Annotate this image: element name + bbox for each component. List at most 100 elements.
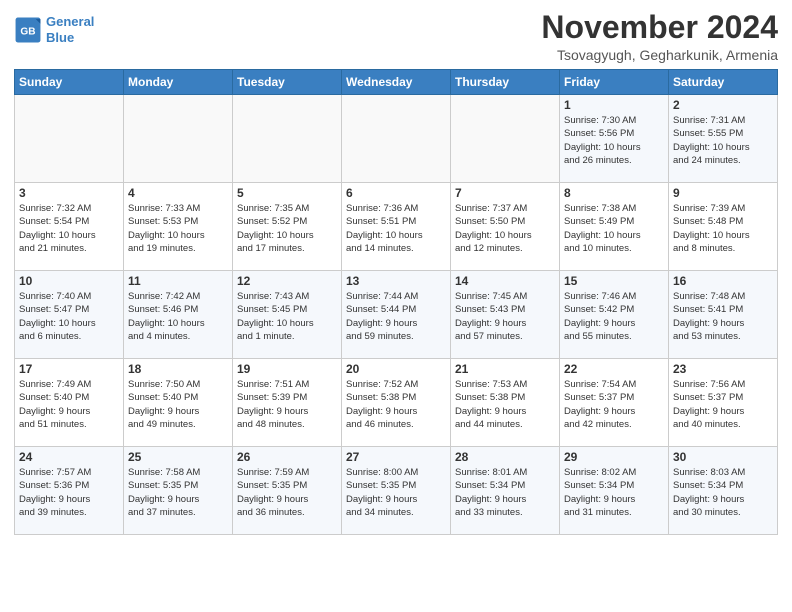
day-cell-1-5: 8Sunrise: 7:38 AM Sunset: 5:49 PM Daylig…: [560, 183, 669, 271]
header-saturday: Saturday: [669, 70, 778, 95]
header: GB General Blue November 2024 Tsovagyugh…: [14, 10, 778, 63]
header-thursday: Thursday: [451, 70, 560, 95]
location: Tsovagyugh, Gegharkunik, Armenia: [541, 47, 778, 63]
logo-line2: Blue: [46, 30, 74, 45]
week-row-2: 10 Sunrise: 7:40 AM Sunset: 5:47 PM Dayli…: [15, 271, 778, 359]
day-cell-1-2: 5 Sunrise: 7:35 AM Sunset: 5:52 PM Daylig…: [233, 183, 342, 271]
day-cell-4-0: 24Sunrise: 7:57 AM Sunset: 5:36 PM Dayli…: [15, 447, 124, 535]
day-cell-1-1: 4 Sunrise: 7:33 AM Sunset: 5:53 PM Daylig…: [124, 183, 233, 271]
day-number: 2: [673, 98, 773, 112]
day-number: 7: [455, 186, 555, 200]
day-info: Sunrise: 7:59 AM Sunset: 5:35 PM Dayligh…: [237, 466, 337, 519]
day-cell-2-5: 15 Sunrise: 7:46 AM Sunset: 5:42 PM Dayli…: [560, 271, 669, 359]
day-number: 24: [19, 450, 119, 464]
day-cell-4-5: 29Sunrise: 8:02 AM Sunset: 5:34 PM Dayli…: [560, 447, 669, 535]
day-cell-2-6: 16 Sunrise: 7:48 AM Sunset: 5:41 PM Dayli…: [669, 271, 778, 359]
day-cell-4-3: 27 Sunrise: 8:00 AM Sunset: 5:35 PM Dayli…: [342, 447, 451, 535]
day-info: Sunrise: 8:03 AM Sunset: 5:34 PM Dayligh…: [673, 466, 773, 519]
title-area: November 2024 Tsovagyugh, Gegharkunik, A…: [541, 10, 778, 63]
day-number: 26: [237, 450, 337, 464]
day-number: 23: [673, 362, 773, 376]
day-info: Sunrise: 7:35 AM Sunset: 5:52 PM Dayligh…: [237, 202, 337, 255]
day-number: 5: [237, 186, 337, 200]
day-info: Sunrise: 7:31 AM Sunset: 5:55 PM Dayligh…: [673, 114, 773, 167]
day-number: 6: [346, 186, 446, 200]
logo-line1: General: [46, 14, 94, 29]
day-cell-3-0: 17 Sunrise: 7:49 AM Sunset: 5:40 PM Dayli…: [15, 359, 124, 447]
day-number: 9: [673, 186, 773, 200]
header-wednesday: Wednesday: [342, 70, 451, 95]
day-cell-0-6: 2 Sunrise: 7:31 AM Sunset: 5:55 PM Daylig…: [669, 95, 778, 183]
logo: GB General Blue: [14, 14, 94, 45]
day-info: Sunrise: 7:48 AM Sunset: 5:41 PM Dayligh…: [673, 290, 773, 343]
day-info: Sunrise: 7:37 AM Sunset: 5:50 PM Dayligh…: [455, 202, 555, 255]
day-info: Sunrise: 7:42 AM Sunset: 5:46 PM Dayligh…: [128, 290, 228, 343]
day-number: 21: [455, 362, 555, 376]
day-info: Sunrise: 7:46 AM Sunset: 5:42 PM Dayligh…: [564, 290, 664, 343]
calendar-table: Sunday Monday Tuesday Wednesday Thursday…: [14, 69, 778, 535]
day-info: Sunrise: 7:54 AM Sunset: 5:37 PM Dayligh…: [564, 378, 664, 431]
day-cell-2-4: 14 Sunrise: 7:45 AM Sunset: 5:43 PM Dayli…: [451, 271, 560, 359]
day-cell-3-2: 19 Sunrise: 7:51 AM Sunset: 5:39 PM Dayli…: [233, 359, 342, 447]
day-cell-0-2: [233, 95, 342, 183]
day-number: 3: [19, 186, 119, 200]
day-number: 1: [564, 98, 664, 112]
day-info: Sunrise: 7:56 AM Sunset: 5:37 PM Dayligh…: [673, 378, 773, 431]
day-cell-2-1: 11 Sunrise: 7:42 AM Sunset: 5:46 PM Dayli…: [124, 271, 233, 359]
day-info: Sunrise: 7:32 AM Sunset: 5:54 PM Dayligh…: [19, 202, 119, 255]
day-cell-0-3: [342, 95, 451, 183]
day-number: 30: [673, 450, 773, 464]
day-info: Sunrise: 7:53 AM Sunset: 5:38 PM Dayligh…: [455, 378, 555, 431]
header-tuesday: Tuesday: [233, 70, 342, 95]
day-cell-4-2: 26 Sunrise: 7:59 AM Sunset: 5:35 PM Dayli…: [233, 447, 342, 535]
day-info: Sunrise: 7:49 AM Sunset: 5:40 PM Dayligh…: [19, 378, 119, 431]
day-number: 12: [237, 274, 337, 288]
day-cell-3-6: 23 Sunrise: 7:56 AM Sunset: 5:37 PM Dayli…: [669, 359, 778, 447]
day-info: Sunrise: 8:01 AM Sunset: 5:34 PM Dayligh…: [455, 466, 555, 519]
day-number: 4: [128, 186, 228, 200]
header-sunday: Sunday: [15, 70, 124, 95]
day-number: 22: [564, 362, 664, 376]
header-monday: Monday: [124, 70, 233, 95]
day-number: 17: [19, 362, 119, 376]
day-number: 19: [237, 362, 337, 376]
week-row-0: 1Sunrise: 7:30 AM Sunset: 5:56 PM Daylig…: [15, 95, 778, 183]
day-number: 14: [455, 274, 555, 288]
logo-text: General Blue: [46, 14, 94, 45]
day-number: 20: [346, 362, 446, 376]
day-number: 11: [128, 274, 228, 288]
day-info: Sunrise: 7:51 AM Sunset: 5:39 PM Dayligh…: [237, 378, 337, 431]
day-number: 10: [19, 274, 119, 288]
day-cell-2-3: 13Sunrise: 7:44 AM Sunset: 5:44 PM Dayli…: [342, 271, 451, 359]
day-cell-3-5: 22 Sunrise: 7:54 AM Sunset: 5:37 PM Dayli…: [560, 359, 669, 447]
day-info: Sunrise: 7:36 AM Sunset: 5:51 PM Dayligh…: [346, 202, 446, 255]
week-row-4: 24Sunrise: 7:57 AM Sunset: 5:36 PM Dayli…: [15, 447, 778, 535]
day-cell-2-0: 10 Sunrise: 7:40 AM Sunset: 5:47 PM Dayli…: [15, 271, 124, 359]
day-cell-0-0: [15, 95, 124, 183]
day-info: Sunrise: 7:45 AM Sunset: 5:43 PM Dayligh…: [455, 290, 555, 343]
day-cell-3-3: 20Sunrise: 7:52 AM Sunset: 5:38 PM Dayli…: [342, 359, 451, 447]
week-row-3: 17 Sunrise: 7:49 AM Sunset: 5:40 PM Dayli…: [15, 359, 778, 447]
day-cell-4-4: 28 Sunrise: 8:01 AM Sunset: 5:34 PM Dayli…: [451, 447, 560, 535]
week-row-1: 3 Sunrise: 7:32 AM Sunset: 5:54 PM Daylig…: [15, 183, 778, 271]
svg-text:GB: GB: [20, 26, 35, 37]
calendar-header: Sunday Monday Tuesday Wednesday Thursday…: [15, 70, 778, 95]
day-cell-3-1: 18 Sunrise: 7:50 AM Sunset: 5:40 PM Dayli…: [124, 359, 233, 447]
day-cell-3-4: 21 Sunrise: 7:53 AM Sunset: 5:38 PM Dayli…: [451, 359, 560, 447]
day-number: 8: [564, 186, 664, 200]
day-info: Sunrise: 7:58 AM Sunset: 5:35 PM Dayligh…: [128, 466, 228, 519]
day-info: Sunrise: 7:40 AM Sunset: 5:47 PM Dayligh…: [19, 290, 119, 343]
day-number: 15: [564, 274, 664, 288]
day-info: Sunrise: 7:33 AM Sunset: 5:53 PM Dayligh…: [128, 202, 228, 255]
logo-icon: GB: [14, 16, 42, 44]
day-number: 16: [673, 274, 773, 288]
day-number: 27: [346, 450, 446, 464]
day-info: Sunrise: 7:39 AM Sunset: 5:48 PM Dayligh…: [673, 202, 773, 255]
day-info: Sunrise: 7:50 AM Sunset: 5:40 PM Dayligh…: [128, 378, 228, 431]
day-number: 25: [128, 450, 228, 464]
day-number: 28: [455, 450, 555, 464]
day-info: Sunrise: 8:00 AM Sunset: 5:35 PM Dayligh…: [346, 466, 446, 519]
day-number: 18: [128, 362, 228, 376]
day-cell-1-4: 7 Sunrise: 7:37 AM Sunset: 5:50 PM Daylig…: [451, 183, 560, 271]
page: GB General Blue November 2024 Tsovagyugh…: [0, 0, 792, 612]
